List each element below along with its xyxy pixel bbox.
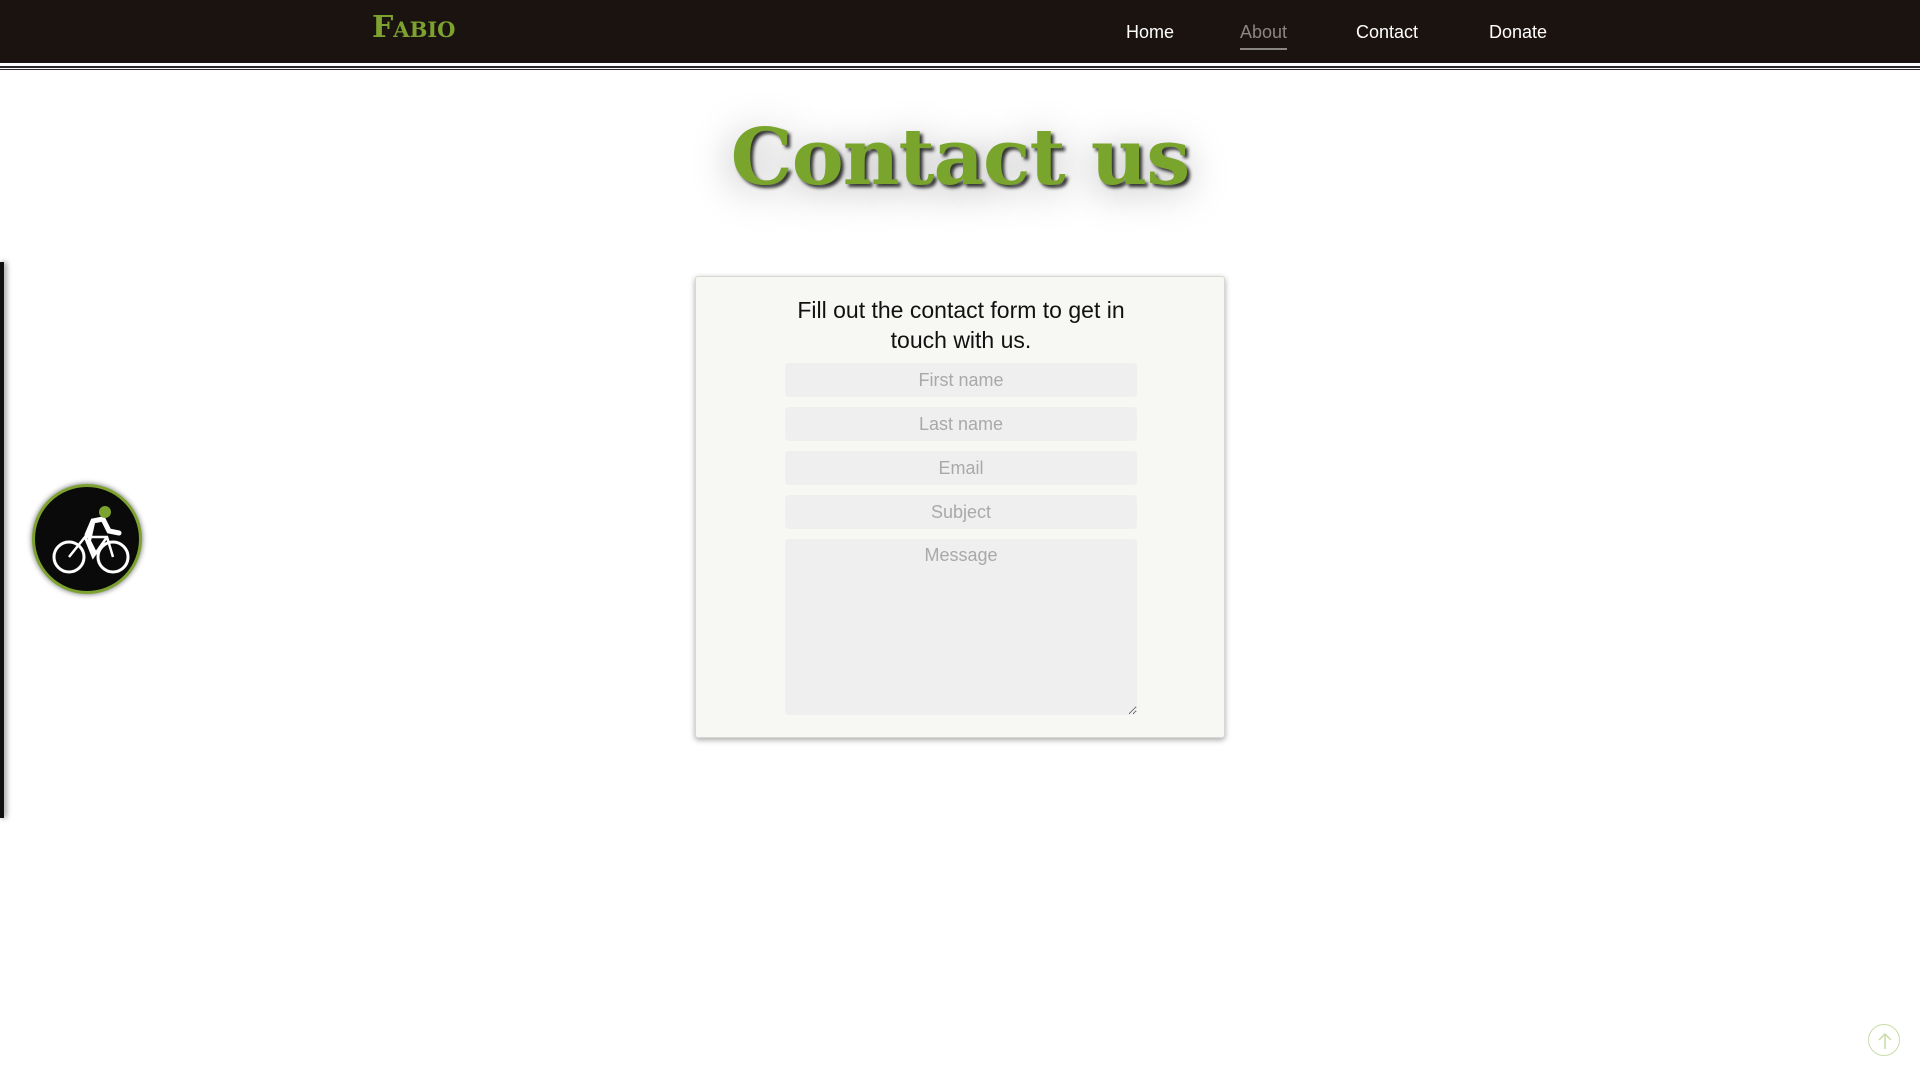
first-name-input[interactable]	[785, 363, 1137, 397]
page-title: Contact us	[730, 112, 1191, 203]
email-input[interactable]	[785, 451, 1137, 485]
top-navbar: Fabio Home About Contact Donate	[0, 0, 1920, 66]
navbar-divider	[0, 69, 1920, 70]
nav-donate[interactable]: Donate	[1489, 22, 1547, 43]
subject-input[interactable]	[785, 495, 1137, 529]
nav-contact[interactable]: Contact	[1356, 22, 1418, 43]
contact-form-card: Fill out the contact form to get in touc…	[695, 276, 1225, 738]
side-badge-button[interactable]	[32, 484, 142, 594]
scroll-to-top-button[interactable]	[1868, 1024, 1900, 1056]
form-intro-text: Fill out the contact form to get in touc…	[797, 297, 1125, 353]
last-name-input[interactable]	[785, 407, 1137, 441]
nav-about[interactable]: About	[1240, 22, 1288, 50]
message-textarea[interactable]	[785, 539, 1137, 715]
cyclist-icon	[52, 506, 130, 574]
nav-links: Home About Contact Donate	[0, 22, 1920, 52]
nav-home[interactable]: Home	[1126, 22, 1174, 43]
side-panel-edge	[0, 262, 4, 818]
arrow-up-icon	[1878, 1032, 1892, 1049]
